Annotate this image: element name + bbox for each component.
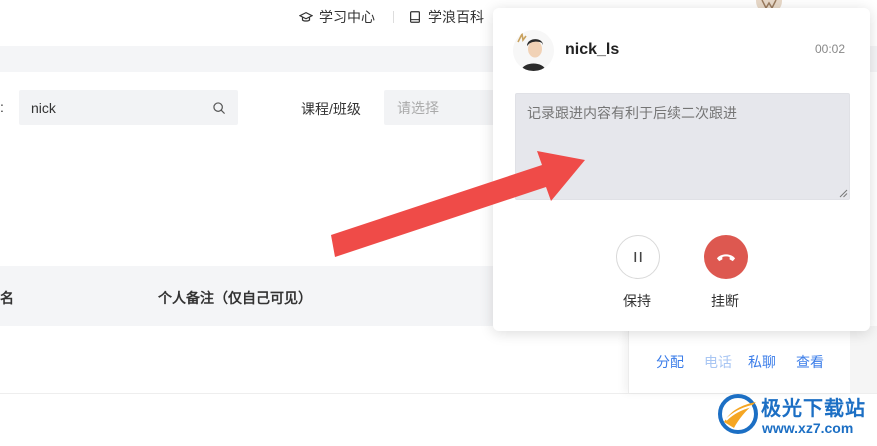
row-actions: 分配 电话 私聊 查看 xyxy=(628,326,850,393)
view-link[interactable]: 查看 xyxy=(796,352,824,372)
caller-avatar xyxy=(513,30,554,71)
pause-icon xyxy=(634,252,642,262)
caller-name: nick_ls xyxy=(565,41,620,58)
hangup-button[interactable] xyxy=(704,235,748,279)
assign-link[interactable]: 分配 xyxy=(656,352,684,372)
nav-divider xyxy=(393,11,394,23)
hold-button[interactable] xyxy=(616,235,660,279)
call-popup: nick_ls 00:02 保持 挂断 xyxy=(493,8,870,331)
name-filter-label-cut: : xyxy=(0,99,4,115)
follow-up-notes-input[interactable] xyxy=(515,93,850,200)
course-filter-label: 课程/班级 xyxy=(301,101,361,117)
watermark-logo-icon xyxy=(718,394,758,434)
hold-label: 保持 xyxy=(623,293,651,309)
phone-link[interactable]: 电话 xyxy=(704,352,732,372)
call-timer: 00:02 xyxy=(815,42,846,56)
nav-study-center[interactable]: 学习中心 xyxy=(299,7,375,27)
hangup-phone-icon xyxy=(716,253,736,261)
column-header-remark: 个人备注（仅自己可见） xyxy=(158,290,312,306)
resize-handle-icon[interactable] xyxy=(838,188,848,198)
name-search-input[interactable]: nick xyxy=(19,90,238,125)
watermark-url: www.xz7.com xyxy=(762,420,854,436)
private-chat-link[interactable]: 私聊 xyxy=(748,352,776,372)
graduation-cap-icon xyxy=(299,11,313,22)
hangup-label: 挂断 xyxy=(711,293,739,309)
course-select-placeholder: 请选择 xyxy=(397,99,439,116)
search-icon[interactable] xyxy=(212,101,226,115)
nav-encyclopedia[interactable]: 学浪百科 xyxy=(408,7,484,27)
watermark: 极光下载站 www.xz7.com xyxy=(716,386,874,442)
course-select[interactable]: 请选择 xyxy=(384,90,504,125)
column-header-name: 名 xyxy=(0,290,14,306)
name-search-value: nick xyxy=(31,99,56,116)
watermark-title: 极光下载站 xyxy=(761,398,866,420)
nav-study-center-label: 学习中心 xyxy=(319,9,375,25)
caller-avatar-image xyxy=(513,30,554,71)
table-scroll-edge xyxy=(850,326,877,393)
book-icon xyxy=(410,11,420,23)
nav-encyclopedia-label: 学浪百科 xyxy=(428,9,484,25)
